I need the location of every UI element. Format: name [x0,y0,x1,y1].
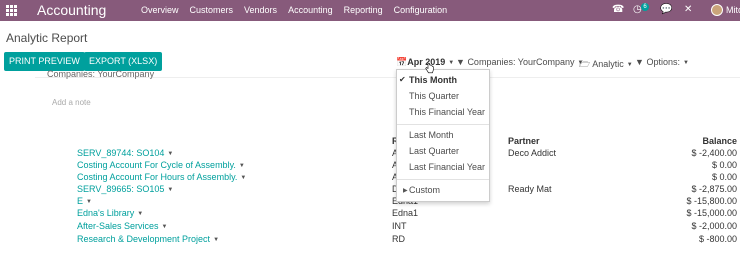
partner-header: Partner [508,136,540,146]
top-navbar: Accounting Overview Customers Vendors Ac… [0,0,740,21]
table-row[interactable]: Edna's Library ▼ Edna1 $ -15,000.00 [0,208,740,219]
option-this-financial-year[interactable]: This Financial Year [409,107,485,117]
dropdown-divider [397,179,489,180]
menu-configuration[interactable]: Configuration [394,5,448,15]
calendar-icon: 📅 [396,57,408,67]
account-link[interactable]: Costing Account For Hours of Assembly. ▼ [77,172,246,182]
table-row[interactable]: E▼ Edna1 $ -15,800.00 [0,196,740,207]
account-link[interactable]: E ▼ [77,196,92,206]
menu-accounting[interactable]: Accounting [288,5,333,15]
table-row[interactable]: Research & Development Project ▼ RD $ -80… [0,234,740,245]
companies-line: Companies: YourCompany [47,69,155,79]
add-note-field[interactable]: Add a note [52,98,91,107]
partner-cell: Ready Mat [508,184,552,194]
account-link[interactable]: Research & Development Project ▼ [77,234,219,244]
option-last-quarter[interactable]: Last Quarter [409,146,459,156]
balance-cell: $ -15,000.00 [686,208,737,218]
table-row[interactable]: SERV_89744: SO104 ▼ A Deco Addict $ -2,40… [0,148,740,159]
balance-cell: $ -15,800.00 [686,196,737,206]
balance-cell: $ -2,875.00 [691,184,737,194]
option-this-quarter[interactable]: This Quarter [409,91,459,101]
reference-cell: Edna1 [392,208,419,218]
option-last-month[interactable]: Last Month [409,130,454,140]
option-custom[interactable]: Custom [409,185,440,195]
account-link[interactable]: Edna's Library ▼ [77,208,143,218]
account-link[interactable]: Costing Account For Cycle of Assembly. ▼ [77,160,245,170]
table-row[interactable]: Costing Account For Cycle of Assembly. ▼ … [0,160,740,171]
phone-icon[interactable]: ☎ [612,4,624,15]
balance-cell: $ -2,400.00 [691,148,737,158]
app-brand[interactable]: Accounting [37,2,106,18]
account-link[interactable]: SERV_89744: SO104 ▼ [77,148,173,158]
hand-cursor-icon [425,63,434,74]
date-filter-dropdown: ✔ This Month This Quarter This Financial… [396,69,490,202]
balance-header: Balance [702,136,737,146]
menu-customers[interactable]: Customers [190,5,234,15]
balance-cell: $ -2,000.00 [691,221,737,231]
options-filter[interactable]: ▼ Options: ▼ [635,57,689,67]
companies-filter[interactable]: ▼ Companies: YourCompany ▼ [456,57,583,67]
options-filter-label: Options: [646,57,680,67]
page-title: Analytic Report [6,31,88,45]
caret-right-icon: ▶ [403,188,408,194]
balance-cell: $ -800.00 [698,234,737,244]
caret-down-icon: ▼ [682,59,689,66]
analytic-filter[interactable]: 🗁 Analytic ▼ [579,57,633,73]
table-row[interactable]: SERV_89665: SO105▼ D Ready Mat $ -2,875.… [0,184,740,195]
check-icon: ✔ [399,75,406,84]
filter-icon: ▼ [635,57,644,67]
filter-icon: ▼ [456,57,465,67]
table-row[interactable]: After-Sales Services ▼ INT $ -2,000.00 [0,221,740,232]
menu-reporting[interactable]: Reporting [344,5,383,15]
main-menu: Overview Customers Vendors Accounting Re… [141,5,458,15]
menu-vendors[interactable]: Vendors [244,5,277,15]
close-icon[interactable]: ✕ [684,4,692,15]
chat-icon[interactable]: 💬 [660,4,672,15]
caret-down-icon: ▼ [626,61,633,68]
menu-overview[interactable]: Overview [141,5,179,15]
user-name[interactable]: Mitch [726,5,740,15]
account-link[interactable]: After-Sales Services ▼ [77,221,167,231]
balance-cell: $ 0.00 [711,172,737,182]
caret-down-icon: ▼ [448,59,455,66]
notification-badge: 6 [641,3,649,11]
partner-cell: Deco Addict [508,148,557,158]
folder-icon: 🗁 [579,59,591,69]
analytic-filter-label: Analytic [592,59,624,69]
table-row[interactable]: Costing Account For Hours of Assembly. ▼ … [0,172,740,183]
avatar[interactable] [711,4,723,16]
companies-filter-label: Companies: YourCompany [467,57,575,67]
option-last-financial-year[interactable]: Last Financial Year [409,162,485,172]
balance-cell: $ 0.00 [711,160,737,170]
dropdown-divider [397,124,489,125]
account-link[interactable]: SERV_89665: SO105 ▼ [77,184,173,194]
reference-cell: INT [392,221,407,231]
reference-cell: RD [392,234,405,244]
option-this-month[interactable]: This Month [409,75,457,85]
apps-menu-icon[interactable] [6,5,17,16]
